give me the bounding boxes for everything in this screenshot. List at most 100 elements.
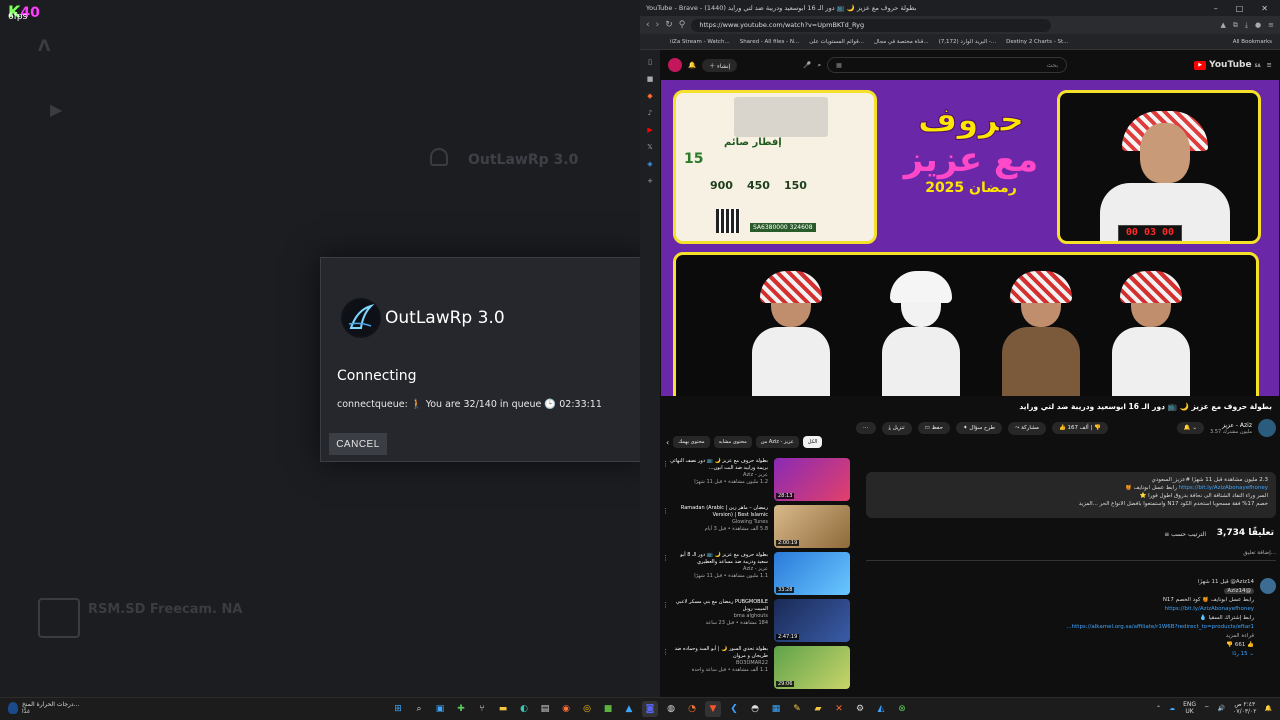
language-indicator[interactable]: ENG UK <box>1183 701 1196 715</box>
volume-icon[interactable]: 🔊 <box>1218 705 1225 712</box>
more-options-icon[interactable]: ⋮ <box>662 601 669 609</box>
search-input[interactable]: ▦ بحث <box>827 57 1068 73</box>
cancel-button[interactable]: CANCEL <box>329 433 387 455</box>
maximize-button[interactable]: □ <box>1236 4 1244 13</box>
weather-widget[interactable]: درجات الحرارة المنخ... غدًا <box>8 701 79 715</box>
chip-active[interactable]: الكل <box>802 436 823 448</box>
all-bookmarks[interactable]: All Bookmarks <box>1233 39 1280 45</box>
store-icon[interactable]: ▤ <box>537 701 553 717</box>
chip[interactable]: محتوى مشابه <box>713 436 752 448</box>
edge-icon[interactable]: ◐ <box>516 701 532 717</box>
onedrive-icon[interactable]: ☁ <box>1169 705 1175 712</box>
avatar[interactable] <box>668 58 682 72</box>
steam-icon[interactable]: ◓ <box>747 701 763 717</box>
back-icon[interactable]: ‹ <box>646 20 650 30</box>
steam-client-icon[interactable]: ◭ <box>873 701 889 717</box>
bookmark-page-icon[interactable]: ⚲ <box>679 20 686 30</box>
video-thumbnail[interactable]: 2:47:19 <box>774 599 850 642</box>
share-button[interactable]: ⤳ مشاركة <box>1008 421 1046 435</box>
related-video[interactable]: 2:00:19 رمضان – ماهر زين | Ramadan (Arab… <box>662 505 850 552</box>
extensions-icon[interactable]: ⧉ <box>1233 21 1238 30</box>
more-options-icon[interactable]: ⋮ <box>662 648 669 656</box>
chip[interactable]: من Aziz - عزيز <box>755 436 799 448</box>
fivem-icon[interactable]: ✕ <box>831 701 847 717</box>
hamburger-menu-icon[interactable]: ≡ <box>1267 61 1272 69</box>
comment-link[interactable]: https://alkamel.org.sa/affiliate/r1W6B?r… <box>866 623 1254 632</box>
bookmark-item[interactable]: قوائم المستويات على... <box>809 39 864 45</box>
firefox-icon[interactable]: ◉ <box>558 701 574 717</box>
minimize-button[interactable]: – <box>1214 4 1218 13</box>
channel-avatar[interactable] <box>1258 419 1276 437</box>
related-video[interactable]: 29:06 بطولة تحدي السور 🌙 | أبو السد وحما… <box>662 646 850 693</box>
more-options-icon[interactable]: ⋮ <box>662 507 669 515</box>
sidebar-add-icon[interactable]: + <box>647 177 653 185</box>
reload-icon[interactable]: ↻ <box>665 20 673 30</box>
video-thumbnail[interactable]: 33:28 <box>774 552 850 595</box>
minecraft-icon[interactable]: ■ <box>600 701 616 717</box>
like-button[interactable]: 👍 167 ألف | 👎 <box>1051 422 1108 434</box>
related-video[interactable]: 2:47:19 PUBGMOBILE رمضان مع بني مسكر لاع… <box>662 599 850 646</box>
video-thumbnail[interactable]: 29:06 <box>774 646 850 689</box>
wifi-icon[interactable]: ⌔ <box>1204 704 1210 712</box>
xbox-app-icon[interactable]: ⊗ <box>894 701 910 717</box>
replies-toggle[interactable]: ⌄ 15 ردًا <box>866 650 1254 659</box>
sidebar-youtube-icon[interactable]: ▶ <box>647 126 652 134</box>
comment-avatar[interactable] <box>1260 578 1276 594</box>
notifications-icon[interactable]: 🔔 <box>688 61 696 69</box>
file-explorer-icon[interactable]: ▬ <box>495 701 511 717</box>
brave-icon[interactable]: ▼ <box>705 701 721 717</box>
blender-icon[interactable]: ◔ <box>684 701 700 717</box>
clock[interactable]: ٢:٤٣ ص ٠٧/٠٣/٠٢ <box>1233 701 1256 715</box>
save-button[interactable]: ▭ حفظ <box>917 422 950 434</box>
sidebar-toggle-icon[interactable]: ▯ <box>648 58 652 66</box>
photos-icon[interactable]: ▲ <box>621 701 637 717</box>
bookmark-item[interactable]: قناة مختصة في مجال... <box>874 39 929 45</box>
sidebar-bookmarks-icon[interactable]: ■ <box>647 75 654 83</box>
video-description[interactable]: 2.3 مليون مشاهدة قبل 11 شهرًا #عزيز_السع… <box>866 472 1276 518</box>
sidebar-x-icon[interactable]: 𝕏 <box>647 143 653 151</box>
video-player[interactable]: إفطار صائم 900 450 150 SA6380000 324608 … <box>661 80 1279 396</box>
related-video[interactable]: 33:28 بطولة حروف مع عزيز 🌙 📺 دور الـ 8 أ… <box>662 552 850 599</box>
search-icon[interactable]: ⌕ <box>411 701 427 717</box>
more-options-icon[interactable]: ⋮ <box>662 460 669 468</box>
notifications-bell-icon[interactable]: 🔔 <box>1265 705 1272 712</box>
sidebar-tiktok-icon[interactable]: ♪ <box>648 109 652 117</box>
bookmark-item[interactable]: Shared - All files - N... <box>740 39 800 45</box>
download-icon[interactable]: ⤓ <box>1245 21 1248 30</box>
channel-info[interactable]: عزيز - Aziz 3.57 مليون مشترك <box>1210 422 1252 435</box>
youtube-logo[interactable]: ▶ YouTube SA <box>1194 60 1261 70</box>
forward-icon[interactable]: › <box>656 20 660 30</box>
bookmark-item[interactable]: (7,172) البريد الوارد -... <box>939 39 997 45</box>
comment-link[interactable]: https://bit.ly/AzizAbonayefhoney <box>866 605 1254 614</box>
notepad-icon[interactable]: ▦ <box>768 701 784 717</box>
folder-icon[interactable]: ▰ <box>810 701 826 717</box>
mic-icon[interactable]: 🎤 <box>803 61 811 69</box>
read-more-link[interactable]: قراءة المزيد <box>866 632 1254 641</box>
brave-shields-icon[interactable]: ▲ <box>1221 21 1226 30</box>
vscode-icon[interactable]: ❮ <box>726 701 742 717</box>
search-icon[interactable]: ⌕ <box>817 61 821 70</box>
profile-icon[interactable]: ● <box>1255 21 1261 30</box>
tray-overflow-icon[interactable]: ⌃ <box>1156 705 1161 712</box>
bookmark-item[interactable]: iiZa Stream - Watch... <box>670 39 730 45</box>
video-thumbnail[interactable]: 28:13 <box>774 458 850 501</box>
start-icon[interactable]: ⊞ <box>390 701 406 717</box>
address-bar[interactable]: https://www.youtube.com/watch?v=UpmBKTd_… <box>691 18 1052 32</box>
description-link[interactable]: https://bit.ly/AzizAbonayefhoney <box>1179 485 1268 491</box>
chips-scroll-icon[interactable]: ‹ <box>666 438 669 447</box>
close-button[interactable]: ✕ <box>1261 4 1268 13</box>
sidebar-brave-icon[interactable]: ◆ <box>647 92 652 100</box>
chrome-icon[interactable]: ◎ <box>579 701 595 717</box>
video-thumbnail[interactable]: 2:00:19 <box>774 505 850 548</box>
sidebar-app-icon[interactable]: ◈ <box>647 160 652 168</box>
settings-icon[interactable]: ⚙ <box>852 701 868 717</box>
task-view-icon[interactable]: ▣ <box>432 701 448 717</box>
chip[interactable]: محتوى يهمك <box>673 436 710 448</box>
menu-icon[interactable]: ≡ <box>1268 21 1274 30</box>
comment-dislike-icon[interactable]: 👎 <box>1226 642 1233 648</box>
create-button[interactable]: ＋ إنشاء <box>702 58 738 72</box>
obs-icon[interactable]: ◍ <box>663 701 679 717</box>
subscribe-bell-button[interactable]: 🔔 ⌄ <box>1176 422 1205 434</box>
download-button[interactable]: ⤓ تنزيل <box>881 421 912 435</box>
more-actions-button[interactable]: ⋯ <box>856 422 876 434</box>
